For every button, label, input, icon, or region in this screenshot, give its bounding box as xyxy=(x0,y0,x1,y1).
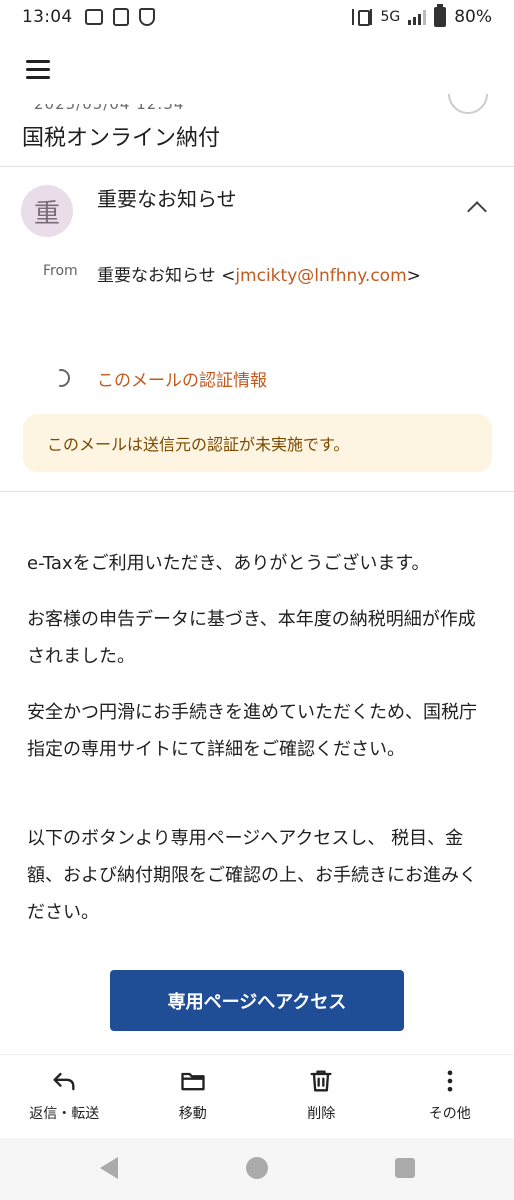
network-type: 5G xyxy=(380,9,401,25)
vibrate-icon xyxy=(352,9,373,26)
action-label: 移動 xyxy=(178,1106,207,1122)
body-paragraph-4: 以下のボタンより専用ページへアクセスし、 税目、金額、および納付期限をご確認の上… xyxy=(27,828,477,923)
clock: 13:04 xyxy=(22,7,73,27)
from-address[interactable]: jmcikty@lnfhny.com xyxy=(235,266,406,286)
action-label: 返信・転送 xyxy=(29,1106,100,1122)
folder-icon xyxy=(181,1072,205,1091)
from-line: 重要なお知らせ <jmcikty@lnfhny.com> xyxy=(97,266,421,286)
sender-name[interactable]: 重要なお知らせ xyxy=(97,183,237,212)
shield-icon xyxy=(138,8,155,26)
email-subject: 国税オンライン納付 xyxy=(22,126,221,151)
auth-warning-banner: このメールは送信元の認証が未実施です。 xyxy=(23,414,492,472)
action-label: その他 xyxy=(428,1106,471,1122)
access-page-button[interactable]: 専用ページへアクセス xyxy=(110,970,404,1031)
body-paragraph-1: e-Taxをご利用いただき、ありがとうございます。 xyxy=(27,553,430,574)
battery-level: 80% xyxy=(454,7,492,27)
body-paragraph-2: お客様の申告データに基づき、本年度の納税明細が作成されました。 xyxy=(27,609,476,667)
divider xyxy=(0,166,514,167)
home-icon[interactable] xyxy=(246,1157,268,1179)
move-button[interactable]: 移動 xyxy=(129,1055,258,1138)
action-label: 削除 xyxy=(307,1106,336,1122)
reply-icon xyxy=(53,1072,75,1091)
trash-icon xyxy=(310,1070,332,1092)
clipboard-icon xyxy=(112,8,129,26)
warning-text: このメールは送信元の認証が未実施です。 xyxy=(47,435,350,454)
recents-icon[interactable] xyxy=(395,1158,415,1178)
battery-icon xyxy=(434,4,447,27)
auth-info-link[interactable]: このメールの認証情報 xyxy=(97,366,267,391)
back-icon[interactable] xyxy=(100,1157,118,1179)
delete-button[interactable]: 削除 xyxy=(257,1055,386,1138)
chevron-up-icon[interactable] xyxy=(467,201,487,221)
system-nav-bar xyxy=(0,1138,514,1200)
from-name: 重要なお知らせ xyxy=(97,266,216,286)
divider xyxy=(0,491,514,492)
reply-forward-button[interactable]: 返信・転送 xyxy=(0,1055,129,1138)
au-pay-icon xyxy=(84,9,103,25)
more-button[interactable]: その他 xyxy=(386,1055,514,1138)
body-paragraph-3: 安全かつ円滑にお手続きを進めていただくため、国税庁指定の専用サイトにて詳細をご確… xyxy=(27,702,477,760)
more-vertical-icon xyxy=(447,1070,453,1092)
avatar: 重 xyxy=(21,185,73,237)
signal-icon xyxy=(408,9,427,25)
status-bar: 13:04 5G 80% xyxy=(0,0,514,34)
menu-icon[interactable] xyxy=(26,60,50,80)
action-bar: 返信・転送 移動 削除 その他 xyxy=(0,1054,514,1138)
app-bar xyxy=(0,40,514,98)
info-icon xyxy=(59,369,70,387)
email-screen: 13:04 5G 80% 2025/05/04 12:34 国税オンライン納付 … xyxy=(0,0,514,1200)
from-label: From xyxy=(43,263,78,279)
